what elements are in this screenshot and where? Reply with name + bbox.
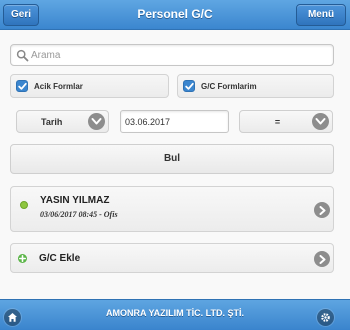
chevron-right-icon bbox=[314, 251, 330, 267]
plus-icon bbox=[18, 254, 27, 263]
search-icon bbox=[16, 49, 29, 62]
app-footer: AMONRA YAZILIM TİC. LTD. ŞTİ. bbox=[0, 299, 350, 330]
company-name: AMONRA YAZILIM TİC. LTD. ŞTİ. bbox=[106, 308, 244, 318]
checkbox-checked-icon bbox=[183, 80, 195, 92]
chevron-down-icon bbox=[88, 113, 105, 130]
search-box bbox=[10, 44, 334, 66]
checkbox-checked-icon bbox=[16, 80, 28, 92]
chevron-right-icon bbox=[314, 202, 330, 218]
my-forms-checkbox[interactable]: G/C Formlarim bbox=[177, 74, 334, 98]
person-name: YASIN YILMAZ bbox=[40, 195, 110, 206]
date-field-value: Tarih bbox=[41, 117, 63, 127]
back-button[interactable]: Geri bbox=[3, 4, 39, 26]
operator-select[interactable]: = bbox=[239, 110, 333, 133]
app-header: Personel G/C Geri Menü bbox=[0, 0, 350, 30]
chevron-down-icon bbox=[312, 113, 329, 130]
date-input[interactable] bbox=[125, 114, 225, 129]
search-input[interactable] bbox=[31, 47, 326, 63]
operator-value: = bbox=[274, 117, 281, 127]
list-item[interactable]: YASIN YILMAZ 03/06/2017 08:45 - Ofis bbox=[10, 186, 334, 232]
find-button[interactable]: Bul bbox=[10, 144, 334, 174]
status-dot-icon bbox=[20, 201, 28, 209]
menu-button[interactable]: Menü bbox=[296, 4, 346, 26]
record-detail: 03/06/2017 08:45 - Ofis bbox=[40, 210, 118, 219]
date-field-select[interactable]: Tarih bbox=[16, 110, 109, 133]
add-record-label: G/C Ekle bbox=[39, 253, 81, 264]
open-forms-checkbox[interactable]: Acik Formlar bbox=[10, 74, 169, 98]
gear-icon[interactable] bbox=[317, 309, 334, 326]
open-forms-label: Acik Formlar bbox=[34, 82, 83, 91]
my-forms-label: G/C Formlarim bbox=[201, 82, 257, 91]
date-input-box bbox=[120, 110, 229, 133]
add-record-button[interactable]: G/C Ekle bbox=[10, 243, 334, 273]
